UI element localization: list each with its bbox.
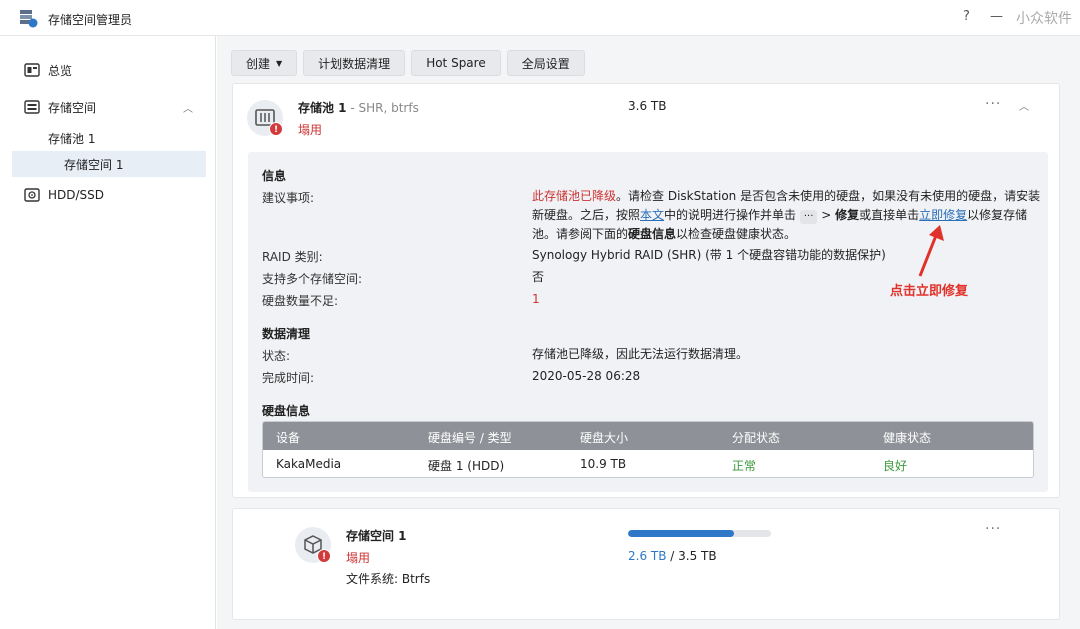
warning-badge-icon: ! xyxy=(269,122,283,136)
main-content: 创建 ▼ 计划数据清理 Hot Spare 全局设置 ! 存储池 1 - SHR… xyxy=(217,36,1080,629)
allocation-status-cell: 正常 xyxy=(732,459,757,473)
multi-volume-label: 支持多个存储空间: xyxy=(262,272,363,286)
global-settings-button[interactable]: 全局设置 xyxy=(506,50,585,76)
more-options-icon[interactable]: ··· xyxy=(985,96,1001,112)
window-title: 存储空间管理员 xyxy=(48,13,133,27)
watermark: 小众软件 xyxy=(1016,11,1072,27)
info-section-title: 信息 xyxy=(262,169,287,183)
sidebar: 总览 存储空间 ︿ 存储池 1 存储空间 1 HDD/SSD xyxy=(0,36,216,629)
volume-status: 塌用 xyxy=(346,551,371,565)
usage-bar-fill xyxy=(628,530,734,537)
used-capacity: 2.6 TB xyxy=(628,549,667,563)
hot-spare-button[interactable]: Hot Spare xyxy=(411,50,501,76)
column-header[interactable]: 硬盘编号 / 类型 xyxy=(428,429,512,446)
annotation-arrow-icon xyxy=(918,225,944,277)
scrub-time-value: 2020-05-28 06:28 xyxy=(532,369,641,383)
table-header: 设备 硬盘编号 / 类型 硬盘大小 分配状态 健康状态 xyxy=(263,422,1033,450)
repair-annotation: 点击立即修复 xyxy=(890,284,969,299)
title-bar: 存储空间管理员 ? — 小众软件 xyxy=(0,0,1080,36)
sidebar-item-volume-1[interactable]: 存储空间 1 xyxy=(12,151,206,177)
sidebar-item-label: 存储空间 xyxy=(48,100,97,115)
hdd-icon xyxy=(24,188,40,202)
column-header[interactable]: 健康状态 xyxy=(883,429,931,446)
sidebar-item-storage[interactable]: 存储空间 ︿ xyxy=(0,94,216,120)
disk-id-cell: 硬盘 1 (HDD) xyxy=(428,459,505,473)
storage-pool-subtitle: - SHR, btrfs xyxy=(346,101,419,115)
advice-label: 建议事项: xyxy=(262,191,315,205)
warning-badge-icon: ! xyxy=(317,549,331,563)
minimize-icon[interactable]: — xyxy=(990,9,1003,24)
repair-text: 修复 xyxy=(835,208,860,222)
column-header[interactable]: 设备 xyxy=(276,429,300,446)
scrub-time-label: 完成时间: xyxy=(262,371,315,385)
sidebar-item-label: 存储空间 1 xyxy=(64,157,124,172)
missing-disks-label: 硬盘数量不足: xyxy=(262,294,339,308)
volume-title: 存储空间 1 xyxy=(346,529,407,543)
volume-filesystem: 文件系统: Btrfs xyxy=(346,572,431,586)
storage-manager-app-icon xyxy=(20,10,38,28)
capacity-separator: / xyxy=(666,549,679,563)
storage-icon xyxy=(24,100,40,114)
repair-now-link[interactable]: 立即修复 xyxy=(919,208,967,222)
raid-type-value: Synology Hybrid RAID (SHR) (带 1 个硬盘容错功能的… xyxy=(532,248,886,262)
disk-info-section-title: 硬盘信息 xyxy=(262,404,311,418)
advice-part: > xyxy=(817,208,836,222)
usage-text: 2.6 TB / 3.5 TB xyxy=(628,549,717,563)
raid-type-label: RAID 类别: xyxy=(262,250,323,264)
volume-more-options-icon[interactable]: ··· xyxy=(985,521,1001,537)
multi-volume-value: 否 xyxy=(532,270,545,284)
storage-pool-card[interactable]: ! 存储池 1 - SHR, btrfs 塌用 3.6 TB ··· ︿ 信息 … xyxy=(232,83,1060,498)
create-button[interactable]: 创建 ▼ xyxy=(231,50,298,76)
sidebar-item-label: HDD/SSD xyxy=(48,188,105,202)
storage-pool-title: 存储池 1 - SHR, btrfs xyxy=(298,99,419,116)
collapse-icon[interactable]: ︿ xyxy=(1019,98,1029,113)
sidebar-item-label: 存储池 1 xyxy=(48,131,96,146)
health-status-cell: 良好 xyxy=(883,459,908,473)
missing-disks-value: 1 xyxy=(532,292,540,306)
chevron-up-icon[interactable]: ︿ xyxy=(183,100,193,115)
disk-info-text: 硬盘信息 xyxy=(628,227,677,241)
toolbar: 创建 ▼ 计划数据清理 Hot Spare 全局设置 xyxy=(231,50,585,76)
schedule-scrub-button[interactable]: 计划数据清理 xyxy=(303,50,406,76)
volume-card[interactable]: ! 存储空间 1 塌用 文件系统: Btrfs 2.6 TB / 3.5 TB … xyxy=(232,508,1060,620)
storage-pool-details: 信息 建议事项: 此存储池已降级。请检查 DiskStation 是否包含未使用… xyxy=(248,152,1048,492)
advice-part: 或直接单击 xyxy=(859,208,920,222)
sidebar-item-overview[interactable]: 总览 xyxy=(0,57,216,83)
volume-icon: ! xyxy=(295,527,331,563)
disk-size-cell: 10.9 TB xyxy=(580,457,627,471)
column-header[interactable]: 硬盘大小 xyxy=(580,429,628,446)
storage-pool-icon: ! xyxy=(247,100,283,136)
more-dots-icon: ··· xyxy=(799,210,818,224)
caret-down-icon: ▼ xyxy=(276,58,283,68)
sidebar-item-hdd-ssd[interactable]: HDD/SSD xyxy=(0,182,216,208)
storage-pool-name: 存储池 1 xyxy=(298,101,347,115)
disk-table: 设备 硬盘编号 / 类型 硬盘大小 分配状态 健康状态 KakaMedia 硬盘… xyxy=(262,421,1034,478)
degraded-text: 此存储池已降级 xyxy=(532,189,617,203)
create-button-label: 创建 xyxy=(246,56,271,71)
column-header[interactable]: 分配状态 xyxy=(732,429,780,446)
advice-part: 中的说明进行操作并单击 xyxy=(664,208,800,222)
storage-pool-size: 3.6 TB xyxy=(628,99,667,113)
total-capacity: 3.5 TB xyxy=(678,549,717,563)
help-icon[interactable]: ? xyxy=(963,9,970,24)
sidebar-item-label: 总览 xyxy=(48,63,73,78)
sidebar-item-pool-1[interactable]: 存储池 1 xyxy=(0,125,216,151)
storage-pool-status: 塌用 xyxy=(298,123,323,137)
scrub-status-value: 存储池已降级，因此无法运行数据清理。 xyxy=(532,347,749,361)
advice-part: 以检查硬盘健康状态。 xyxy=(676,227,797,241)
device-cell: KakaMedia xyxy=(276,457,342,471)
overview-icon xyxy=(24,63,40,77)
scrub-status-label: 状态: xyxy=(262,349,291,363)
usage-bar xyxy=(628,530,771,537)
scrub-section-title: 数据清理 xyxy=(262,327,311,341)
advice-text: 此存储池已降级。请检查 DiskStation 是否包含未使用的硬盘，如果没有未… xyxy=(532,187,1042,244)
article-link[interactable]: 本文 xyxy=(640,208,664,222)
